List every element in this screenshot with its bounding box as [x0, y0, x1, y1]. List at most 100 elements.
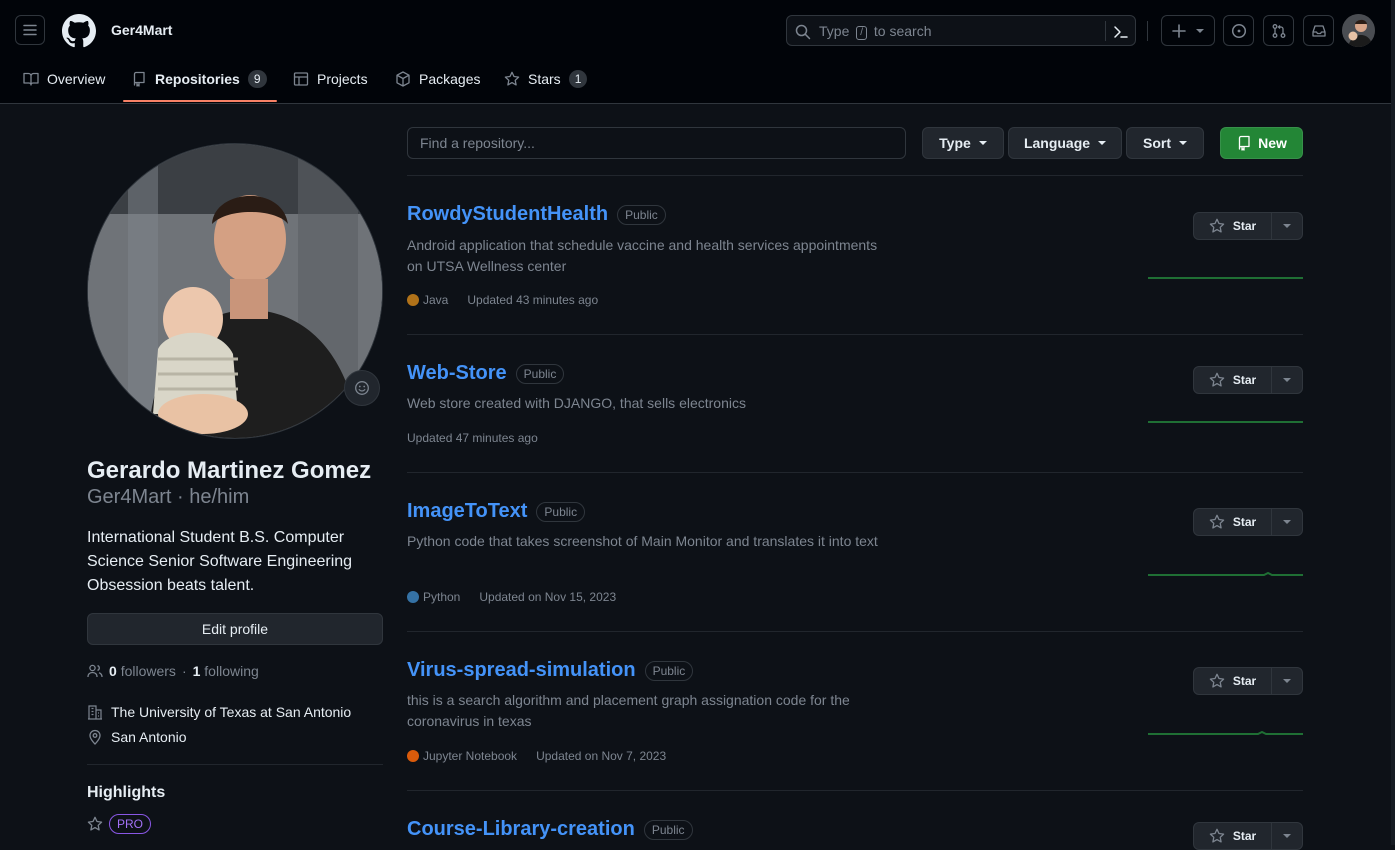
pull-requests-button[interactable]: [1263, 15, 1294, 46]
header-username[interactable]: Ger4Mart: [111, 22, 172, 38]
repo-name-link[interactable]: Web-Store: [407, 362, 507, 385]
language-color-dot: [407, 591, 419, 603]
visibility-badge: Public: [536, 501, 586, 522]
scrollbar[interactable]: [1391, 0, 1395, 845]
chevron-down-icon: [1283, 834, 1291, 838]
star-button[interactable]: Star: [1194, 213, 1272, 239]
star-icon: [1209, 673, 1225, 689]
star-icon: [1209, 372, 1225, 388]
following-link[interactable]: 1 following: [193, 663, 259, 679]
star-list-dropdown[interactable]: [1272, 367, 1302, 393]
chevron-down-icon: [1283, 224, 1291, 228]
repo-updated: Updated on Nov 7, 2023: [536, 749, 667, 763]
language-filter-dropdown[interactable]: Language: [1008, 127, 1122, 159]
repo-name-link[interactable]: Virus-spread-simulation: [407, 659, 636, 682]
star-button[interactable]: Star: [1194, 668, 1272, 694]
repo-search-input[interactable]: [407, 127, 906, 159]
issues-button[interactable]: [1223, 15, 1254, 46]
issues-icon: [1231, 23, 1247, 39]
repo-meta: Updated 47 minutes ago: [407, 431, 538, 445]
repo-language: Python: [423, 590, 461, 604]
table-icon: [293, 71, 309, 87]
tab-repositories[interactable]: Repositories 9: [131, 56, 267, 102]
organization-name: The University of Texas at San Antonio: [111, 704, 352, 720]
star-list-dropdown[interactable]: [1272, 509, 1302, 535]
location-row: San Antonio: [87, 729, 187, 745]
star-button-group: Star: [1193, 508, 1303, 536]
repo-description: this is a search algorithm and placement…: [407, 692, 850, 729]
repo-language: Jupyter Notebook: [423, 749, 518, 763]
star-button-group: Star: [1193, 212, 1303, 240]
star-button[interactable]: Star: [1194, 509, 1272, 535]
stars-count: 1: [568, 70, 588, 88]
tab-projects[interactable]: Projects: [293, 56, 368, 102]
chevron-down-icon: [978, 141, 987, 145]
star-list-dropdown[interactable]: [1272, 213, 1302, 239]
people-icon: [87, 663, 103, 679]
profile-bio: International Student B.S. Computer Scie…: [87, 529, 353, 594]
activity-sparkline: [1148, 277, 1303, 279]
create-new-button[interactable]: [1161, 15, 1215, 46]
search-icon: [795, 24, 811, 40]
star-list-dropdown[interactable]: [1272, 668, 1302, 694]
smiley-icon: [354, 380, 370, 396]
activity-sparkline: [1148, 571, 1303, 576]
repo-updated: Updated on Nov 15, 2023: [479, 590, 617, 604]
global-search[interactable]: Type / to search: [786, 15, 1136, 46]
star-icon: [87, 816, 103, 832]
type-filter-dropdown[interactable]: Type: [922, 127, 1004, 159]
organization-row: The University of Texas at San Antonio: [87, 704, 351, 720]
star-button[interactable]: Star: [1194, 367, 1272, 393]
star-button[interactable]: Star: [1194, 823, 1272, 849]
tab-stars[interactable]: Stars 1: [504, 56, 588, 102]
repo-name-link[interactable]: RowdyStudentHealth: [407, 203, 608, 226]
highlights-heading: Highlights: [87, 784, 166, 801]
inbox-button[interactable]: [1303, 15, 1334, 46]
active-tab-indicator: [123, 100, 277, 102]
user-avatar[interactable]: [1342, 14, 1375, 47]
tab-overview[interactable]: Overview: [23, 56, 105, 102]
menu-button[interactable]: [15, 15, 45, 45]
search-hint: Type / to search: [819, 23, 932, 40]
set-status-button[interactable]: [344, 370, 380, 406]
visibility-badge: Public: [644, 660, 694, 681]
new-repository-button[interactable]: New: [1220, 127, 1303, 159]
star-icon: [1209, 218, 1225, 234]
location-name: San Antonio: [111, 729, 187, 745]
followers-row: 0 followers · 1 following: [87, 663, 259, 679]
chevron-down-icon: [1283, 520, 1291, 524]
chevron-down-icon: [1283, 679, 1291, 683]
profile-avatar[interactable]: [87, 143, 383, 439]
language-color-dot: [407, 750, 419, 762]
repo-language: Java: [423, 293, 449, 307]
language-color-dot: [407, 294, 419, 306]
github-logo-icon[interactable]: [62, 14, 96, 48]
repo-name-link[interactable]: ImageToText: [407, 500, 527, 523]
sidebar-divider: [87, 764, 383, 765]
repo-meta: Python Updated on Nov 15, 2023: [407, 590, 616, 604]
command-palette-icon[interactable]: [1113, 24, 1129, 40]
repo-description: Android application that schedule vaccin…: [407, 237, 878, 274]
location-icon: [87, 729, 103, 745]
activity-sparkline: [1148, 730, 1303, 735]
edit-profile-button[interactable]: Edit profile: [87, 613, 383, 645]
pro-highlight: PRO: [87, 814, 152, 834]
chevron-down-icon: [1283, 378, 1291, 382]
profile-full-name: Gerardo Martinez Gomez: [87, 457, 372, 484]
repo-description: Python code that takes screenshot of Mai…: [407, 533, 878, 549]
star-list-dropdown[interactable]: [1272, 823, 1302, 849]
repositories-count: 9: [247, 70, 267, 88]
sort-dropdown[interactable]: Sort: [1126, 127, 1204, 159]
package-icon: [395, 71, 411, 87]
visibility-badge: Public: [617, 204, 666, 225]
profile-login: Ger4Mart · he/him: [87, 486, 250, 508]
tab-packages[interactable]: Packages: [395, 56, 480, 102]
chevron-down-icon: [1098, 141, 1107, 145]
repo-name-link[interactable]: Course-Library-creation: [407, 818, 635, 841]
followers-link[interactable]: 0 followers: [109, 663, 176, 679]
visibility-badge: Public: [515, 363, 565, 384]
repo-meta: Java Updated 43 minutes ago: [407, 293, 598, 307]
inbox-icon: [1311, 23, 1327, 39]
repo-list-divider: [407, 175, 1303, 176]
chevron-down-icon: [1179, 141, 1187, 145]
